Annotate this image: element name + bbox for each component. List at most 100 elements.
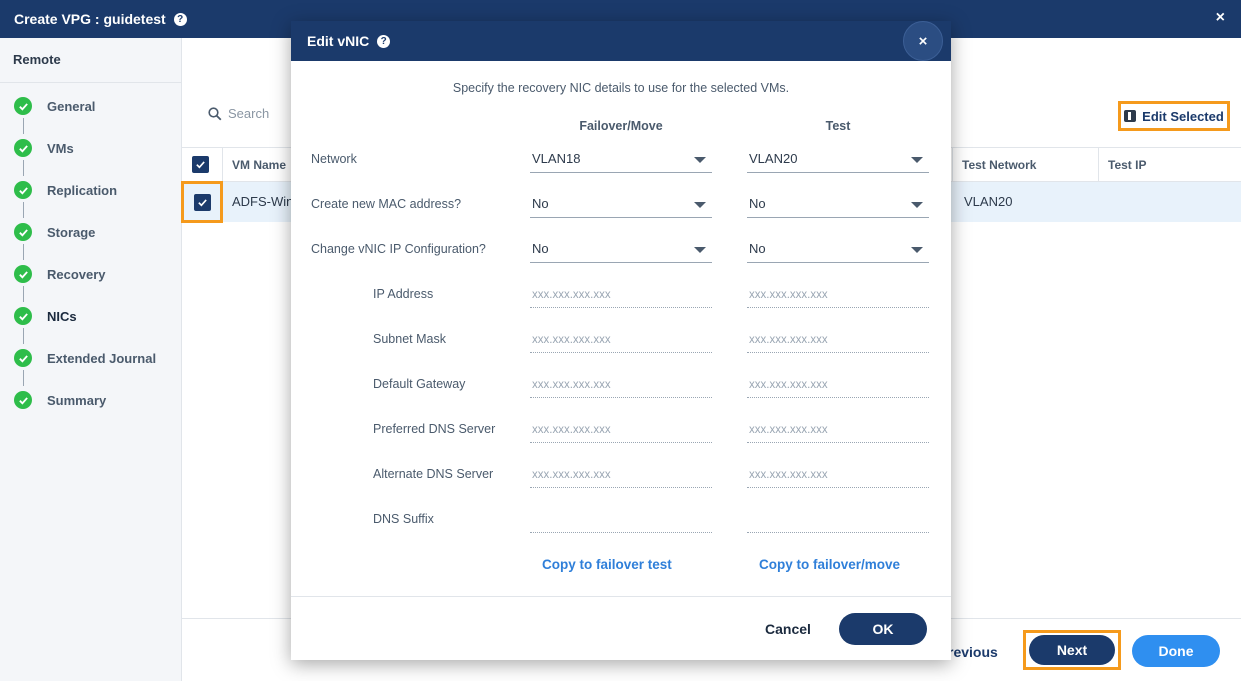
- failover-ip-address-input[interactable]: [530, 282, 712, 308]
- test-ip-config-select[interactable]: No: [747, 235, 929, 263]
- step-replication[interactable]: Replication: [14, 180, 117, 200]
- test-preferred-dns-input[interactable]: [747, 417, 929, 443]
- failover-subnet-mask-input[interactable]: [530, 327, 712, 353]
- step-storage[interactable]: Storage: [14, 222, 95, 242]
- ok-button[interactable]: OK: [839, 613, 927, 645]
- dns-suffix-label: DNS Suffix: [373, 512, 434, 526]
- check-circle-icon: [14, 391, 32, 409]
- test-network-cell: VLAN20: [964, 194, 1013, 209]
- next-button-highlight: Next: [1023, 630, 1121, 670]
- test-network-select[interactable]: VLAN20: [747, 145, 929, 173]
- step-connector: [23, 202, 24, 218]
- failover-alternate-dns-input[interactable]: [530, 462, 712, 488]
- column-header-vm-name[interactable]: VM Name: [232, 158, 286, 172]
- step-label: Storage: [47, 224, 96, 240]
- done-button[interactable]: Done: [1132, 635, 1220, 667]
- step-label: General: [47, 98, 96, 114]
- next-button[interactable]: Next: [1029, 635, 1115, 665]
- check-circle-icon: [14, 97, 32, 115]
- sidebar-section-title: Remote: [0, 38, 181, 83]
- step-vms[interactable]: VMs: [14, 138, 74, 158]
- vm-name-cell: ADFS-Win: [232, 194, 294, 209]
- ip-config-label: Change vNIC IP Configuration?: [311, 242, 486, 256]
- step-label: Extended Journal: [47, 350, 157, 366]
- test-subnet-mask-input[interactable]: [747, 327, 929, 353]
- step-extended-journal[interactable]: Extended Journal: [14, 348, 156, 368]
- check-circle-icon: [14, 307, 32, 325]
- step-recovery[interactable]: Recovery: [14, 264, 106, 284]
- close-icon: ×: [918, 32, 928, 50]
- step-nics[interactable]: NICs: [14, 306, 77, 326]
- select-value: No: [749, 241, 766, 256]
- column-header-test-ip[interactable]: Test IP: [1108, 158, 1146, 172]
- check-circle-icon: [14, 223, 32, 241]
- edit-vnic-dialog: Edit vNIC ? × Specify the recovery NIC d…: [291, 21, 951, 660]
- failover-preferred-dns-input[interactable]: [530, 417, 712, 443]
- preferred-dns-label: Preferred DNS Server: [373, 422, 496, 436]
- caret-down-icon: [694, 157, 706, 163]
- column-header-test-network[interactable]: Test Network: [962, 158, 1036, 172]
- failover-ip-config-select[interactable]: No: [530, 235, 712, 263]
- select-value: VLAN20: [749, 151, 798, 166]
- dialog-title: Edit vNIC: [307, 33, 370, 49]
- dialog-header: Edit vNIC ?: [291, 21, 951, 61]
- dialog-footer-divider: [291, 596, 951, 597]
- cancel-button[interactable]: Cancel: [765, 621, 811, 637]
- step-label: Replication: [47, 182, 118, 198]
- help-icon[interactable]: ?: [377, 34, 391, 48]
- select-all-checkbox[interactable]: [192, 156, 209, 173]
- close-icon[interactable]: ×: [1216, 9, 1225, 27]
- step-label: NICs: [47, 308, 77, 324]
- failover-dns-suffix-input[interactable]: [530, 507, 712, 533]
- network-label: Network: [311, 152, 357, 166]
- ip-address-label: IP Address: [373, 287, 434, 301]
- test-dns-suffix-input[interactable]: [747, 507, 929, 533]
- column-separator: [222, 148, 223, 181]
- copy-to-failover-move-link[interactable]: Copy to failover/move: [759, 557, 900, 572]
- step-label: Summary: [47, 392, 107, 408]
- test-mac-select[interactable]: No: [747, 190, 929, 218]
- edit-selected-button[interactable]: Edit Selected: [1118, 101, 1230, 131]
- step-connector: [23, 328, 24, 344]
- step-summary[interactable]: Summary: [14, 390, 106, 410]
- dialog-description: Specify the recovery NIC details to use …: [452, 81, 790, 95]
- test-ip-address-input[interactable]: [747, 282, 929, 308]
- step-connector: [23, 370, 24, 386]
- subnet-mask-label: Subnet Mask: [373, 332, 446, 346]
- test-alternate-dns-input[interactable]: [747, 462, 929, 488]
- check-circle-icon: [14, 265, 32, 283]
- column-separator: [1098, 148, 1099, 181]
- caret-down-icon: [911, 157, 923, 163]
- select-value: No: [749, 196, 766, 211]
- caret-down-icon: [911, 247, 923, 253]
- search-placeholder: Search: [228, 106, 270, 121]
- step-connector: [23, 160, 24, 176]
- search-box[interactable]: Search: [208, 106, 269, 121]
- select-value: No: [532, 241, 549, 256]
- failover-gateway-input[interactable]: [530, 372, 712, 398]
- step-general[interactable]: General: [14, 96, 95, 116]
- row-checkbox[interactable]: [193, 193, 211, 211]
- alternate-dns-label: Alternate DNS Server: [373, 467, 494, 481]
- failover-mac-select[interactable]: No: [530, 190, 712, 218]
- caret-down-icon: [694, 247, 706, 253]
- mac-address-label: Create new MAC address?: [311, 197, 462, 211]
- column-header-failover: Failover/Move: [579, 119, 663, 133]
- wizard-sidebar: Remote General VMs Replication Storage R…: [0, 38, 182, 681]
- failover-network-select[interactable]: VLAN18: [530, 145, 712, 173]
- help-icon[interactable]: ?: [173, 12, 187, 26]
- step-connector: [23, 286, 24, 302]
- column-header-test: Test: [825, 119, 851, 133]
- step-connector: [23, 244, 24, 260]
- row-checkbox-highlight: [181, 181, 223, 223]
- edit-icon: [1124, 110, 1137, 122]
- test-gateway-input[interactable]: [747, 372, 929, 398]
- window-title: Create VPG : guidetest: [14, 11, 166, 27]
- previous-button[interactable]: revious: [948, 644, 998, 660]
- copy-to-failover-test-link[interactable]: Copy to failover test: [542, 557, 672, 572]
- column-separator: [952, 148, 953, 181]
- dialog-close-button[interactable]: ×: [903, 21, 943, 61]
- caret-down-icon: [694, 202, 706, 208]
- step-connector: [23, 118, 24, 134]
- check-circle-icon: [14, 349, 32, 367]
